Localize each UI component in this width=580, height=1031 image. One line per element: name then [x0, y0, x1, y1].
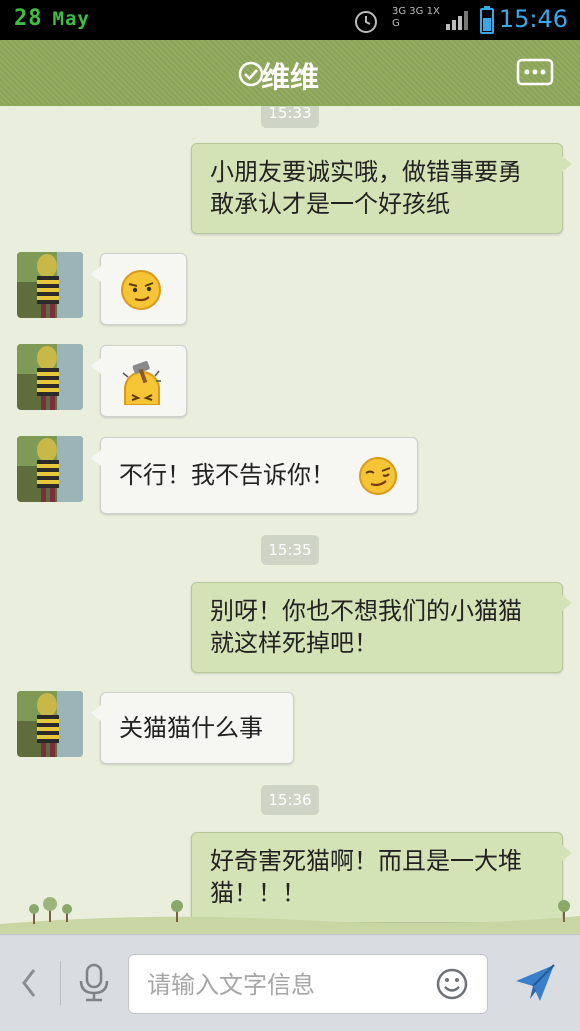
- message-bubble-sent[interactable]: 别呀！你也不想我们的小猫猫就这样死掉吧！: [191, 582, 572, 673]
- input-bar: [0, 934, 580, 1031]
- status-date: 28 May: [14, 6, 90, 31]
- timestamp: 15:36: [261, 785, 319, 815]
- message-text: 小朋友要诚实哦，做错事要勇敢承认才是一个好孩纸: [210, 158, 522, 218]
- contact-avatar[interactable]: [17, 436, 83, 502]
- hammer-head-emoji-icon: [122, 361, 161, 405]
- divider: [60, 961, 61, 1005]
- message-input[interactable]: [147, 967, 417, 1003]
- contact-avatar[interactable]: [17, 252, 83, 318]
- smug-emoji-icon: [359, 457, 397, 495]
- message-bubble-received[interactable]: 关猫猫什么事: [91, 692, 294, 764]
- timestamp: 15:35: [261, 535, 319, 565]
- alarm-icon: [355, 11, 377, 33]
- avatar-image: [17, 344, 83, 410]
- chat-menu-icon[interactable]: [516, 58, 554, 88]
- message-text: 别呀！你也不想我们的小猫猫就这样死掉吧！: [210, 597, 522, 657]
- status-time: 15:46: [498, 5, 568, 33]
- status-bar: 28 May 3G 3G 1X G 15:46: [0, 0, 580, 40]
- avatar-image: [17, 436, 83, 502]
- signal-icon: [446, 11, 468, 30]
- message-bubble-received[interactable]: 不行！我不告诉你！: [91, 437, 418, 514]
- background-scenery: [0, 897, 580, 934]
- timestamp: 15:33: [261, 106, 319, 128]
- battery-icon: [480, 6, 494, 34]
- message-bubble-received[interactable]: [91, 345, 187, 417]
- status-day: 28: [14, 6, 43, 31]
- avatar-image: [17, 252, 83, 318]
- network-label: 3G 3G 1X G: [392, 6, 440, 29]
- chat-title: 维维: [260, 60, 319, 94]
- chat-header: 维维: [0, 40, 580, 112]
- message-bubble-received[interactable]: [91, 253, 187, 325]
- message-list[interactable]: 15:33 小朋友要诚实哦，做错事要勇敢承认才是一个好孩纸 不行！我不告诉你！ …: [0, 106, 580, 934]
- message-input-box[interactable]: [128, 954, 488, 1014]
- avatar-image: [17, 691, 83, 757]
- chevron-left-icon[interactable]: [18, 966, 40, 1000]
- microphone-icon[interactable]: [76, 963, 112, 1003]
- emoji-icon[interactable]: [435, 967, 469, 1001]
- message-text: 不行！我不告诉你！: [119, 461, 335, 489]
- contact-avatar[interactable]: [17, 691, 83, 757]
- message-bubble-sent[interactable]: 小朋友要诚实哦，做错事要勇敢承认才是一个好孩纸: [191, 143, 572, 234]
- smirk-emoji-icon: [121, 270, 161, 310]
- status-month: May: [52, 8, 90, 30]
- send-icon[interactable]: [512, 961, 558, 1005]
- message-text: 关猫猫什么事: [119, 714, 263, 742]
- contact-avatar[interactable]: [17, 344, 83, 410]
